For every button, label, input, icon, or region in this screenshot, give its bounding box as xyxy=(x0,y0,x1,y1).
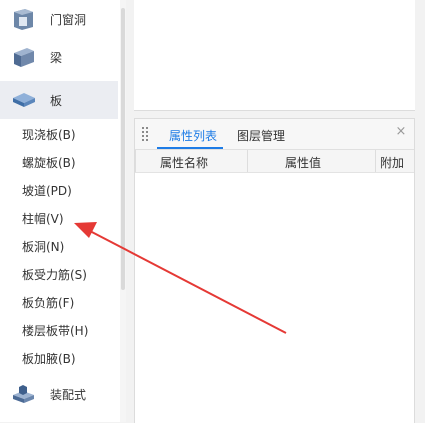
slab-item-column-cap[interactable]: 柱帽(V) xyxy=(22,209,64,229)
category-beam[interactable]: 梁 xyxy=(0,38,118,76)
column-header-extra: 附加 xyxy=(380,156,405,170)
tab-layer-management[interactable]: 图层管理 xyxy=(237,127,285,144)
active-tab-indicator xyxy=(157,147,223,149)
property-table-header: 属性名称 属性值 附加 xyxy=(135,150,414,173)
beam-icon xyxy=(11,45,37,69)
tab-property-list[interactable]: 属性列表 xyxy=(169,127,217,144)
scrollbar-thumb[interactable] xyxy=(121,8,125,290)
prefab-icon xyxy=(11,382,37,406)
sidebar-scrollbar[interactable] xyxy=(120,0,126,422)
column-header-value: 属性值 xyxy=(285,156,322,170)
slab-item-spiral[interactable]: 螺旋板(B) xyxy=(22,153,76,173)
window-edge xyxy=(415,0,425,422)
close-icon[interactable]: × xyxy=(394,125,408,139)
property-panel: 属性列表 图层管理 × 属性名称 属性值 附加 xyxy=(134,118,415,423)
slab-icon xyxy=(11,88,37,112)
column-header-name: 属性名称 xyxy=(160,156,209,170)
category-prefab[interactable]: 装配式 xyxy=(0,375,118,413)
category-label: 梁 xyxy=(50,51,63,65)
category-slab[interactable]: 板 xyxy=(0,81,118,119)
category-door-window-opening[interactable]: 门窗洞 xyxy=(0,0,118,38)
category-label: 门窗洞 xyxy=(50,13,87,27)
slab-item-ramp[interactable]: 坡道(PD) xyxy=(22,181,72,201)
canvas-area[interactable] xyxy=(134,0,416,111)
slab-item-slab-hole[interactable]: 板洞(N) xyxy=(22,237,64,257)
category-label: 装配式 xyxy=(50,388,87,402)
slab-item-floor-strip[interactable]: 楼层板带(H) xyxy=(22,321,88,341)
door-window-opening-icon xyxy=(11,7,37,31)
slab-item-haunch[interactable]: 板加腋(B) xyxy=(22,349,76,369)
category-label: 板 xyxy=(50,94,63,108)
property-tabbar: 属性列表 图层管理 × xyxy=(135,119,414,150)
drag-handle-icon[interactable] xyxy=(142,127,148,141)
slab-item-negative-rebar[interactable]: 板负筋(F) xyxy=(22,293,74,313)
slab-item-cast-in-place[interactable]: 现浇板(B) xyxy=(22,125,76,145)
component-tree-panel: 门窗洞 梁 板 现浇板(B) 螺旋板(B) 坡道(PD) 柱帽(V) 板洞(N)… xyxy=(0,0,126,422)
slab-item-main-rebar[interactable]: 板受力筋(S) xyxy=(22,265,87,285)
